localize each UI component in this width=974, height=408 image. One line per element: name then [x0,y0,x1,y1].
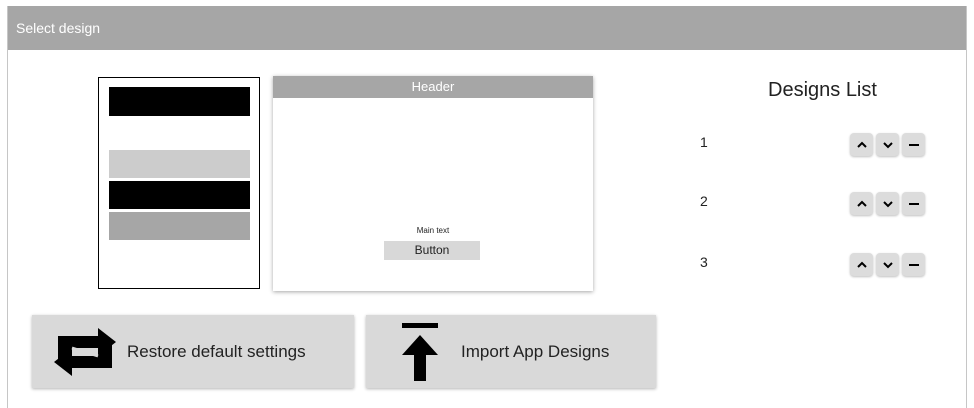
minus-icon [908,202,919,205]
thumb-light-bar [109,150,250,178]
move-up-button-3[interactable] [850,253,873,276]
designs-list-title: Designs List [768,79,877,101]
move-down-button-3[interactable] [876,253,899,276]
chevron-down-icon [882,261,893,268]
thumb-dark-bar [109,181,250,209]
import-label: Import App Designs [461,342,610,361]
design-item-number: 2 [700,193,708,209]
layout-thumbnail[interactable] [98,77,260,289]
chevron-up-icon [856,261,867,268]
move-up-button-1[interactable] [850,133,873,156]
restore-default-settings-button[interactable]: Restore default settings [32,315,354,388]
import-app-designs-button[interactable]: Import App Designs [366,315,656,388]
remove-button-3[interactable] [902,253,925,276]
design-preview: Header Main text Button [273,76,593,291]
upload-arrow-icon [402,323,438,381]
preview-main-text: Main text [416,226,450,235]
preview-header: Header [273,76,593,98]
minus-icon [908,263,919,266]
restore-label: Restore default settings [127,342,306,361]
window-title: Select design [8,6,966,50]
move-down-button-1[interactable] [876,133,899,156]
minus-icon [908,143,919,146]
select-design-panel: Select design Header Main text Button De… [7,6,967,408]
chevron-up-icon [856,141,867,148]
remove-button-1[interactable] [902,133,925,156]
design-item-number: 3 [700,254,708,270]
swap-arrows-icon [54,328,116,376]
move-up-button-2[interactable] [850,192,873,215]
move-down-button-2[interactable] [876,192,899,215]
thumb-header-bar [109,87,250,116]
remove-button-2[interactable] [902,192,925,215]
preview-button[interactable]: Button [384,241,480,260]
chevron-up-icon [856,200,867,207]
thumb-mid-bar [109,212,250,240]
design-item-number: 1 [700,134,708,150]
chevron-down-icon [882,200,893,207]
chevron-down-icon [882,141,893,148]
